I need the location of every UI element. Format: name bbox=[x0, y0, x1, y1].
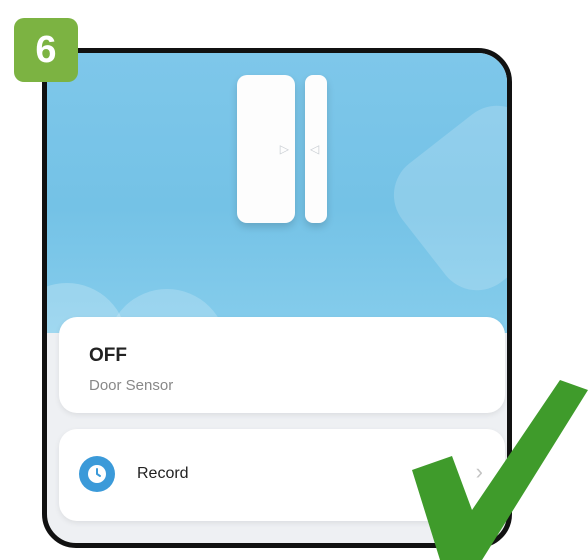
record-label: Record bbox=[137, 465, 189, 482]
magnet-arrow-icon: ◁ bbox=[310, 142, 320, 156]
checkmark-icon bbox=[412, 380, 588, 560]
device-name: Door Sensor bbox=[89, 377, 174, 394]
step-badge: 6 bbox=[14, 18, 78, 82]
sensor-arrow-icon: ▷ bbox=[279, 142, 289, 156]
device-status: OFF bbox=[89, 345, 127, 366]
door-sensor-body-image: ▷ bbox=[237, 75, 295, 223]
hero-decoration bbox=[377, 89, 507, 307]
clock-icon bbox=[79, 456, 115, 492]
device-hero: ▷ ◁ bbox=[47, 53, 507, 333]
step-number: 6 bbox=[35, 28, 57, 71]
door-sensor-magnet-image: ◁ bbox=[305, 75, 327, 223]
